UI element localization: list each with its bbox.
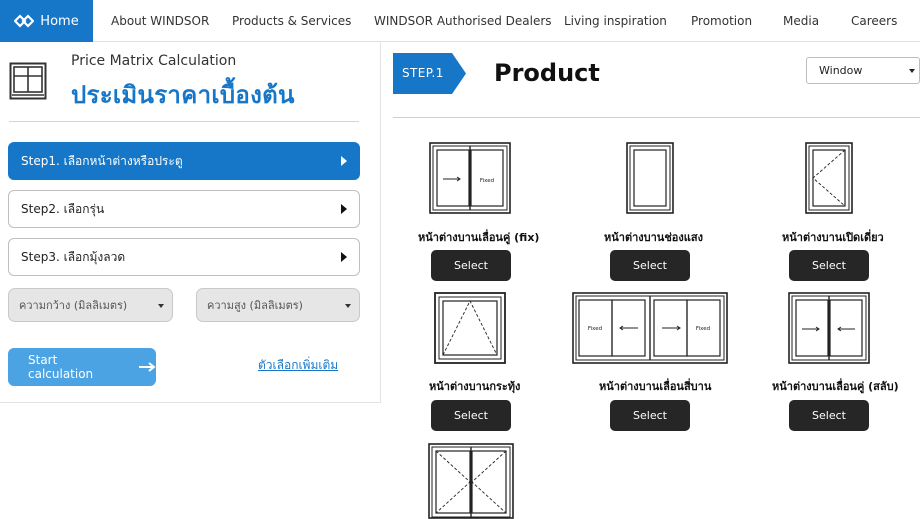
sliding-window-alternating-image[interactable] bbox=[788, 292, 870, 364]
product-label: หน้าต่างบานเลื่อนคู่ (fix) bbox=[418, 231, 540, 244]
nav-promotion[interactable]: Promotion bbox=[691, 0, 752, 42]
windsor-logo-icon bbox=[14, 14, 35, 28]
select-label: Select bbox=[633, 409, 667, 422]
divider bbox=[9, 121, 359, 122]
product-label: หน้าต่างบานเลื่อนคู่ (สลับ) bbox=[772, 380, 899, 393]
chevron-right-icon bbox=[341, 204, 347, 214]
step3-button[interactable]: Step3. เลือกมุ้งลวด bbox=[8, 238, 360, 276]
double-casement-window-image[interactable] bbox=[428, 443, 514, 519]
fixed-light-window-image[interactable] bbox=[626, 142, 674, 214]
product-label: หน้าต่างบานช่องแสง bbox=[604, 231, 703, 244]
select-button[interactable]: Select bbox=[431, 250, 511, 281]
product-type-value: Window bbox=[819, 64, 863, 77]
select-button[interactable]: Select bbox=[789, 400, 869, 431]
start-calculation-label: Start calculation bbox=[28, 353, 94, 381]
step1-button[interactable]: Step1. เลือกหน้าต่างหรือประตู bbox=[8, 142, 360, 180]
product-label: หน้าต่างบานกระทุ้ง bbox=[429, 380, 521, 393]
nav-careers[interactable]: Careers bbox=[851, 0, 897, 42]
nav-products-services[interactable]: Products & Services bbox=[232, 0, 351, 42]
nav-living-inspiration[interactable]: Living inspiration bbox=[564, 0, 667, 42]
fixed-text: Fixed bbox=[588, 326, 602, 332]
width-dropdown-label: ความกว้าง (มิลลิเมตร) bbox=[19, 299, 128, 312]
chevron-right-icon bbox=[341, 156, 347, 166]
product-label: หน้าต่างบานเลื่อนสี่บาน bbox=[599, 380, 712, 393]
sliding-window-fix-image[interactable]: Fixed bbox=[429, 142, 511, 214]
chevron-right-icon bbox=[341, 252, 347, 262]
select-button[interactable]: Select bbox=[610, 250, 690, 281]
nav-home-label: Home bbox=[40, 13, 79, 29]
nav-home[interactable]: Home bbox=[0, 0, 93, 42]
nav-about[interactable]: About WINDSOR bbox=[111, 0, 209, 42]
select-label: Select bbox=[812, 409, 846, 422]
height-dropdown-label: ความสูง (มิลลิเมตร) bbox=[207, 299, 303, 312]
select-label: Select bbox=[812, 259, 846, 272]
step1-label: Step1. เลือกหน้าต่างหรือประตู bbox=[21, 153, 183, 168]
select-label: Select bbox=[454, 259, 488, 272]
select-button[interactable]: Select bbox=[610, 400, 690, 431]
step-badge-label: STEP.1 bbox=[402, 66, 444, 80]
caret-down-icon bbox=[345, 304, 351, 308]
select-label: Select bbox=[454, 409, 488, 422]
caret-down-icon bbox=[909, 69, 915, 73]
calculator-subtitle: Price Matrix Calculation bbox=[71, 53, 237, 69]
calculator-panel: Price Matrix Calculation ประเมินราคาเบื้… bbox=[0, 42, 381, 403]
product-title: Product bbox=[494, 59, 600, 87]
step2-button[interactable]: Step2. เลือกรุ่น bbox=[8, 190, 360, 228]
fixed-text: Fixed bbox=[480, 178, 494, 184]
fixed-text: Fixed bbox=[696, 326, 710, 332]
four-panel-sliding-window-image[interactable]: Fixed Fixed bbox=[572, 292, 728, 364]
nav-authorised-dealers[interactable]: WINDSOR Authorised Dealers bbox=[374, 0, 552, 42]
divider bbox=[393, 117, 920, 118]
nav-media[interactable]: Media bbox=[783, 0, 819, 42]
top-navigation: Home About WINDSOR Products & Services W… bbox=[0, 0, 920, 42]
casement-window-image[interactable] bbox=[805, 142, 853, 214]
arrow-right-icon bbox=[139, 362, 156, 372]
start-calculation-button[interactable]: Start calculation bbox=[8, 348, 156, 386]
width-dropdown[interactable]: ความกว้าง (มิลลิเมตร) bbox=[8, 288, 173, 322]
select-label: Select bbox=[633, 259, 667, 272]
calculator-title: ประเมินราคาเบื้องต้น bbox=[71, 81, 295, 109]
height-dropdown[interactable]: ความสูง (มิลลิเมตร) bbox=[196, 288, 360, 322]
step2-label: Step2. เลือกรุ่น bbox=[21, 201, 105, 216]
select-button[interactable]: Select bbox=[431, 400, 511, 431]
awning-window-image[interactable] bbox=[434, 292, 506, 364]
more-options-link[interactable]: ตัวเลือกเพิ่มเติม bbox=[258, 356, 338, 375]
select-button[interactable]: Select bbox=[789, 250, 869, 281]
product-type-select[interactable]: Window bbox=[806, 57, 920, 84]
step3-label: Step3. เลือกมุ้งลวด bbox=[21, 249, 126, 264]
caret-down-icon bbox=[158, 304, 164, 308]
window-icon bbox=[9, 62, 47, 100]
product-label: หน้าต่างบานเปิดเดี่ยว bbox=[782, 231, 884, 244]
